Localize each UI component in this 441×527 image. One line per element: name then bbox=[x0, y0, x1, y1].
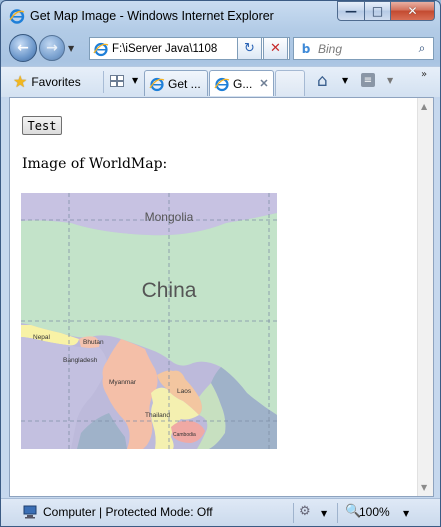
close-tab-icon[interactable]: ✕ bbox=[259, 77, 268, 90]
world-map-image: Mongolia China Nepal Bhutan Bangladesh M… bbox=[21, 193, 277, 449]
browser-window: Get Map Image - Windows Internet Explore… bbox=[0, 0, 441, 527]
ie-logo-icon bbox=[9, 9, 25, 24]
forward-arrow-icon: → bbox=[46, 40, 58, 56]
tab-get-map-2[interactable]: G... ✕ bbox=[209, 70, 274, 96]
stop-button[interactable]: ✕ bbox=[263, 37, 288, 60]
zoom-dropdown-icon[interactable]: ▼ bbox=[403, 509, 409, 518]
map-label-china: China bbox=[142, 279, 197, 302]
separator bbox=[103, 71, 104, 93]
map-label-cambodia: Cambodia bbox=[173, 432, 196, 438]
back-button[interactable]: ← bbox=[9, 34, 37, 62]
map-label-mongolia: Mongolia bbox=[145, 210, 194, 224]
status-separator bbox=[293, 503, 294, 523]
refresh-icon: ↻ bbox=[244, 41, 255, 56]
forward-button[interactable]: → bbox=[39, 35, 65, 61]
star-icon: ★ bbox=[13, 74, 28, 91]
page-icon bbox=[93, 42, 109, 56]
navigation-bar: ← → ▼ F:\iServer Java\1108 ▼ ↻ ✕ b Bing … bbox=[1, 32, 440, 64]
feeds-icon[interactable]: ≡ bbox=[361, 73, 375, 87]
refresh-button[interactable]: ↻ bbox=[237, 37, 262, 60]
tab-label: Get ... bbox=[168, 76, 201, 91]
map-label-nepal: Nepal bbox=[33, 334, 51, 341]
map-label-laos: Laos bbox=[177, 388, 192, 395]
favorites-label: Favorites bbox=[31, 75, 81, 89]
page-content: Test Image of WorldMap: Mongolia China N… bbox=[9, 97, 434, 497]
status-bar: Computer | Protected Mode: Off ⚙ ▼ 🔍 100… bbox=[1, 498, 440, 526]
security-zone-text: Computer | Protected Mode: Off bbox=[43, 505, 213, 519]
recent-pages-dropdown[interactable]: ▼ bbox=[68, 44, 74, 53]
map-label-bangladesh: Bangladesh bbox=[63, 357, 98, 364]
computer-zone-icon bbox=[23, 505, 37, 519]
close-icon: ✕ bbox=[407, 4, 418, 18]
caption-buttons: — □ ✕ bbox=[337, 1, 435, 21]
vertical-scrollbar[interactable]: ▲ ▼ bbox=[417, 98, 433, 496]
quick-tabs-icon bbox=[110, 75, 124, 87]
search-box[interactable]: b Bing ⌕ bbox=[293, 37, 434, 60]
protected-mode-icon[interactable]: ⚙ bbox=[299, 504, 311, 519]
scroll-up-icon[interactable]: ▲ bbox=[421, 102, 427, 111]
tab-label: G... bbox=[233, 76, 253, 91]
back-arrow-icon: ← bbox=[17, 40, 29, 56]
map-label-bhutan: Bhutan bbox=[83, 339, 104, 346]
scroll-down-icon[interactable]: ▼ bbox=[421, 483, 427, 492]
home-icon[interactable]: ⌂ bbox=[317, 71, 328, 91]
zoom-level[interactable]: 100% bbox=[359, 505, 390, 519]
status-separator bbox=[337, 503, 338, 523]
favorites-button[interactable]: ★ Favorites bbox=[13, 72, 81, 92]
ie-page-icon bbox=[149, 77, 165, 91]
maximize-button[interactable]: □ bbox=[365, 1, 391, 21]
tab-get-map-1[interactable]: Get ... bbox=[144, 70, 208, 96]
home-dropdown-icon[interactable]: ▼ bbox=[342, 76, 348, 85]
ie-page-icon bbox=[214, 77, 230, 91]
close-window-button[interactable]: ✕ bbox=[391, 1, 435, 21]
map-label-thailand: Thailand bbox=[145, 412, 170, 419]
search-input[interactable]: Bing bbox=[318, 42, 411, 56]
quick-tabs-button[interactable] bbox=[108, 72, 126, 90]
tab-bar: ★ Favorites ▼ Get ... G... ✕ ⌂ ▼ ≡ ▼ » bbox=[1, 66, 440, 97]
test-button[interactable]: Test bbox=[22, 116, 62, 135]
search-icon[interactable]: ⌕ bbox=[411, 41, 433, 56]
protected-mode-dropdown-icon[interactable]: ▼ bbox=[321, 509, 327, 518]
map-label-myanmar: Myanmar bbox=[109, 379, 137, 386]
maximize-icon: □ bbox=[371, 4, 384, 18]
new-tab-button[interactable] bbox=[275, 70, 305, 96]
tab-list-dropdown-icon[interactable]: ▼ bbox=[132, 76, 138, 85]
stop-icon: ✕ bbox=[270, 41, 281, 56]
image-heading: Image of WorldMap: bbox=[22, 156, 168, 172]
feeds-dropdown-icon[interactable]: ▼ bbox=[387, 76, 393, 85]
window-title: Get Map Image - Windows Internet Explore… bbox=[30, 9, 274, 23]
minimize-button[interactable]: — bbox=[337, 1, 365, 21]
minimize-icon: — bbox=[345, 4, 357, 18]
bing-logo-icon: b bbox=[301, 41, 311, 56]
more-commands-chevron-icon[interactable]: » bbox=[421, 69, 427, 80]
title-bar: Get Map Image - Windows Internet Explore… bbox=[1, 1, 440, 31]
